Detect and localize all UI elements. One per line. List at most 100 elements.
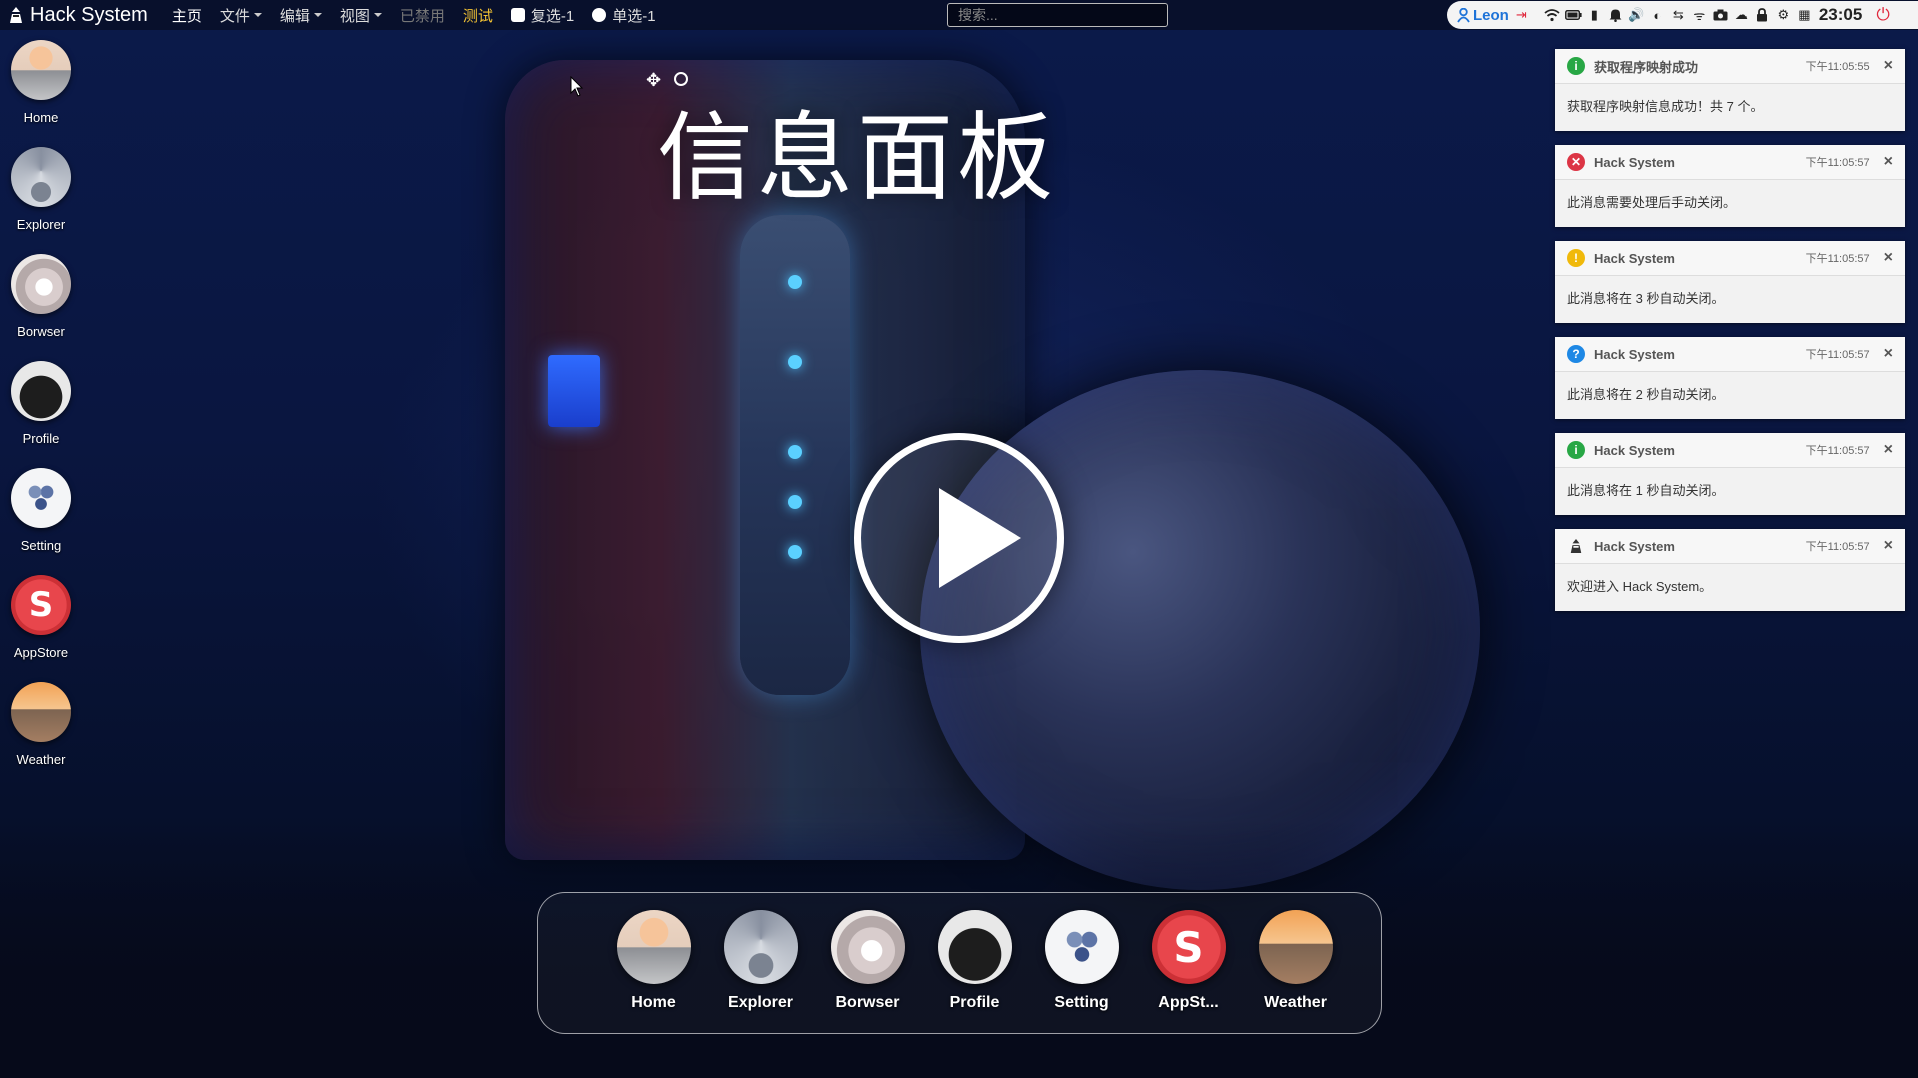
info-icon: i: [1567, 441, 1585, 459]
user-menu[interactable]: Leon: [1457, 7, 1509, 24]
desktop-icon-browser[interactable]: Borwser: [0, 254, 82, 361]
close-icon[interactable]: ×: [1884, 153, 1893, 171]
notification-time: 下午11:05:57: [1805, 541, 1870, 553]
desktop-icon-label: Setting: [20, 538, 62, 553]
notification-title: Hack System: [1594, 538, 1675, 554]
warning-icon: !: [1567, 249, 1585, 267]
notification-time: 下午11:05:55: [1805, 61, 1870, 73]
desktop-icon-profile[interactable]: Profile: [0, 361, 82, 468]
dock-item-profile[interactable]: Profile: [921, 910, 1028, 1012]
menu-file[interactable]: 文件: [220, 5, 262, 26]
desktop-icon-label: Profile: [22, 431, 60, 446]
close-icon[interactable]: ×: [1884, 249, 1893, 267]
notification-message: 此消息将在 2 秒自动关闭。: [1567, 387, 1725, 402]
calendar-icon[interactable]: ▦: [1796, 7, 1813, 24]
close-icon[interactable]: ×: [1884, 57, 1893, 75]
notification[interactable]: ? Hack System 下午11:05:57 × 此消息将在 2 秒自动关闭…: [1555, 337, 1905, 419]
weather-icon: [1258, 910, 1333, 984]
notification-header: ✕ Hack System 下午11:05:57 ×: [1555, 145, 1905, 180]
dock-item-explorer[interactable]: Explorer: [707, 910, 814, 1012]
user-icon: [1457, 7, 1470, 22]
user-name: Leon: [1473, 6, 1509, 24]
desktop-icon-label: Weather: [16, 752, 66, 767]
notification-title: 获取程序映射成功: [1594, 59, 1699, 75]
close-icon[interactable]: ×: [1884, 345, 1893, 363]
play-button[interactable]: [854, 433, 1064, 643]
notification[interactable]: Hack System 下午11:05:57 × 欢迎进入 Hack Syste…: [1555, 529, 1905, 611]
close-icon[interactable]: ×: [1884, 537, 1893, 555]
gear-icon[interactable]: ⚙: [1775, 7, 1792, 24]
close-icon[interactable]: ×: [1884, 441, 1893, 459]
desktop-icon-weather[interactable]: Weather: [0, 682, 82, 789]
desktop-icon-label: Home: [23, 110, 59, 125]
question-icon: ?: [1567, 345, 1585, 363]
checkbox-option[interactable]: 复选-1: [510, 5, 574, 26]
contrast-icon[interactable]: ◐: [1649, 7, 1666, 24]
browser-icon: [830, 910, 905, 984]
notification[interactable]: ! Hack System 下午11:05:57 × 此消息将在 3 秒自动关闭…: [1555, 241, 1905, 323]
power-icon[interactable]: ⏻: [1876, 5, 1889, 25]
notification-message: 此消息将在 3 秒自动关闭。: [1567, 291, 1725, 306]
volume-icon[interactable]: 🔊: [1628, 7, 1645, 24]
page-title: 信息面板: [657, 102, 1057, 214]
notification-time: 下午11:05:57: [1805, 157, 1870, 169]
menu-edit[interactable]: 编辑: [280, 5, 322, 26]
notification[interactable]: i Hack System 下午11:05:57 × 此消息将在 1 秒自动关闭…: [1555, 433, 1905, 515]
cloud-icon[interactable]: ☁: [1733, 7, 1750, 24]
camera-icon[interactable]: [1712, 7, 1729, 24]
desktop-icon-home[interactable]: Home: [0, 40, 82, 147]
phone-icon[interactable]: ▮: [1586, 7, 1603, 24]
signal-icon[interactable]: ᯤ: [1691, 7, 1708, 24]
search-input[interactable]: [947, 3, 1168, 27]
notification-title: Hack System: [1594, 442, 1675, 458]
menu-disabled-label: 已禁用: [399, 7, 445, 25]
menu-home[interactable]: 主页: [172, 5, 202, 26]
dock-items: Home Explorer Borwser Profile Setting S …: [600, 910, 1349, 1012]
menu-test[interactable]: 测试: [463, 5, 493, 26]
browser-icon: [11, 254, 71, 314]
menu-file-label: 文件: [219, 7, 250, 25]
wallpaper-core: [740, 215, 850, 695]
info-icon: i: [1567, 57, 1585, 75]
notification-title: Hack System: [1594, 346, 1675, 362]
clock[interactable]: 23:05: [1819, 5, 1862, 25]
notification-message: 此消息需要处理后手动关闭。: [1567, 195, 1737, 210]
lock-icon[interactable]: [1754, 7, 1771, 24]
bell-icon[interactable]: [1607, 7, 1624, 24]
notification-message: 获取程序映射信息成功！共 7 个。: [1567, 99, 1764, 114]
desktop-icon-setting[interactable]: Setting: [0, 468, 82, 575]
logout-icon[interactable]: ⇥: [1513, 7, 1530, 24]
menu-bar: 主页 文件 编辑 视图 已禁用 测试 复选-1 单选-1: [172, 5, 656, 26]
dock-item-setting[interactable]: Setting: [1028, 910, 1135, 1012]
wifi-icon[interactable]: [1544, 7, 1561, 24]
usb-icon[interactable]: ⇆: [1670, 7, 1687, 24]
hacker-logo-icon: [10, 7, 22, 23]
dock-item-home[interactable]: Home: [600, 910, 707, 1012]
chevron-down-icon: [253, 13, 262, 17]
brand[interactable]: Hack System: [8, 4, 148, 27]
profile-icon: [11, 361, 71, 421]
menu-home-label: 主页: [171, 7, 202, 25]
dock-item-appstore[interactable]: S AppSt...: [1135, 910, 1242, 1012]
brand-name: Hack System: [30, 3, 148, 26]
notification-title: Hack System: [1594, 250, 1675, 266]
desktop-icon-label: AppStore: [13, 645, 69, 660]
notification[interactable]: ✕ Hack System 下午11:05:57 × 此消息需要处理后手动关闭。: [1555, 145, 1905, 227]
battery-icon[interactable]: [1564, 7, 1582, 24]
dock-item-label: Weather: [1264, 994, 1327, 1011]
menu-view[interactable]: 视图: [340, 5, 382, 26]
notification[interactable]: i 获取程序映射成功 下午11:05:55 × 获取程序映射信息成功！共 7 个…: [1555, 49, 1905, 131]
radio[interactable]: [592, 8, 607, 22]
radio-option[interactable]: 单选-1: [592, 5, 656, 26]
top-bar: Hack System 主页 文件 编辑 视图 已禁用 测试 复选-1 单选-1…: [0, 0, 1918, 30]
weather-icon: [11, 682, 71, 742]
dock-item-weather[interactable]: Weather: [1242, 910, 1349, 1012]
desktop-icon-label: Explorer: [16, 217, 66, 232]
explorer-icon: [723, 910, 798, 984]
checkbox[interactable]: [510, 8, 525, 22]
dock-item-browser[interactable]: Borwser: [814, 910, 921, 1012]
desktop-icon-explorer[interactable]: Explorer: [0, 147, 82, 254]
notification-title: Hack System: [1594, 154, 1675, 170]
desktop-icon-appstore[interactable]: S AppStore: [0, 575, 82, 682]
appstore-icon: S: [11, 575, 71, 635]
